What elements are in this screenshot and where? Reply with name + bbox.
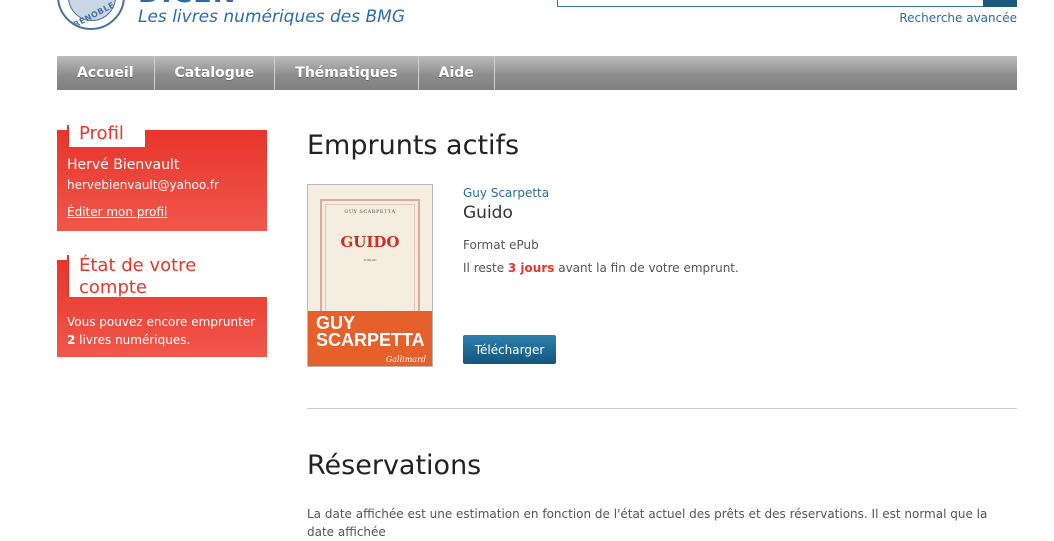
search-input[interactable]	[557, 0, 983, 7]
nav-item-accueil[interactable]: Accueil	[57, 56, 155, 90]
library-seal-logo[interactable]: GRENOBLE	[57, 0, 125, 30]
nav-item-thematiques[interactable]: Thématiques	[275, 56, 419, 90]
reservations-note: La date affichée est une estimation en f…	[307, 507, 988, 539]
cover-band: GUY SCARPETTA Gallimard	[308, 311, 432, 366]
brand-tagline: Les livres numériques des BMG	[138, 7, 405, 27]
cover-subtitle: roman	[363, 257, 377, 262]
book-title: Guido	[463, 203, 513, 223]
account-text-before: Vous pouvez encore emprunter	[67, 315, 256, 329]
loan-remaining-text: Il reste 3 jours avant la fin de votre e…	[463, 261, 739, 275]
profile-panel: Profil Hervé Bienvault hervebienvault@ya…	[57, 125, 267, 231]
account-text-after: livres numériques.	[75, 333, 191, 347]
cover-author-big: GUY SCARPETTA	[316, 313, 425, 350]
loan-remaining-suffix: avant la fin de votre emprunt.	[554, 261, 739, 275]
nav-item-aide[interactable]: Aide	[419, 56, 495, 90]
profile-email: hervebienvault@yahoo.fr	[67, 178, 219, 192]
download-button[interactable]: Télécharger	[463, 335, 556, 364]
book-cover[interactable]: GUY SCARPETTA GUIDO roman GUY SCARPETTA …	[307, 184, 433, 367]
active-loans-heading: Emprunts actifs	[307, 130, 520, 161]
account-panel-title: État de votre compte	[67, 255, 267, 298]
loan-remaining-days: 3 jours	[507, 261, 555, 275]
reservations-heading: Réservations	[307, 450, 482, 481]
account-status-panel: État de votre compte Vous pouvez encore …	[57, 255, 267, 357]
profile-name: Hervé Bienvault	[67, 157, 180, 173]
account-status-text: Vous pouvez encore emprunter 2 livres nu…	[67, 313, 257, 349]
nav-item-catalogue[interactable]: Catalogue	[155, 56, 276, 90]
cover-publisher: Gallimard	[385, 355, 426, 364]
edit-profile-link[interactable]: Éditer mon profil	[67, 205, 167, 219]
section-divider	[307, 408, 1017, 409]
search-button[interactable]	[983, 0, 1017, 7]
book-format: Format ePub	[463, 238, 539, 252]
cover-title: GUIDO	[340, 233, 400, 251]
main-navigation: Accueil Catalogue Thématiques Aide	[57, 56, 1017, 90]
advanced-search-link[interactable]: Recherche avancée	[899, 11, 1017, 25]
book-author-link[interactable]: Guy Scarpetta	[463, 186, 549, 200]
loan-remaining-prefix: Il reste	[463, 261, 508, 275]
profile-panel-title: Profil	[67, 125, 145, 147]
cover-author-small: GUY SCARPETTA	[344, 209, 396, 215]
